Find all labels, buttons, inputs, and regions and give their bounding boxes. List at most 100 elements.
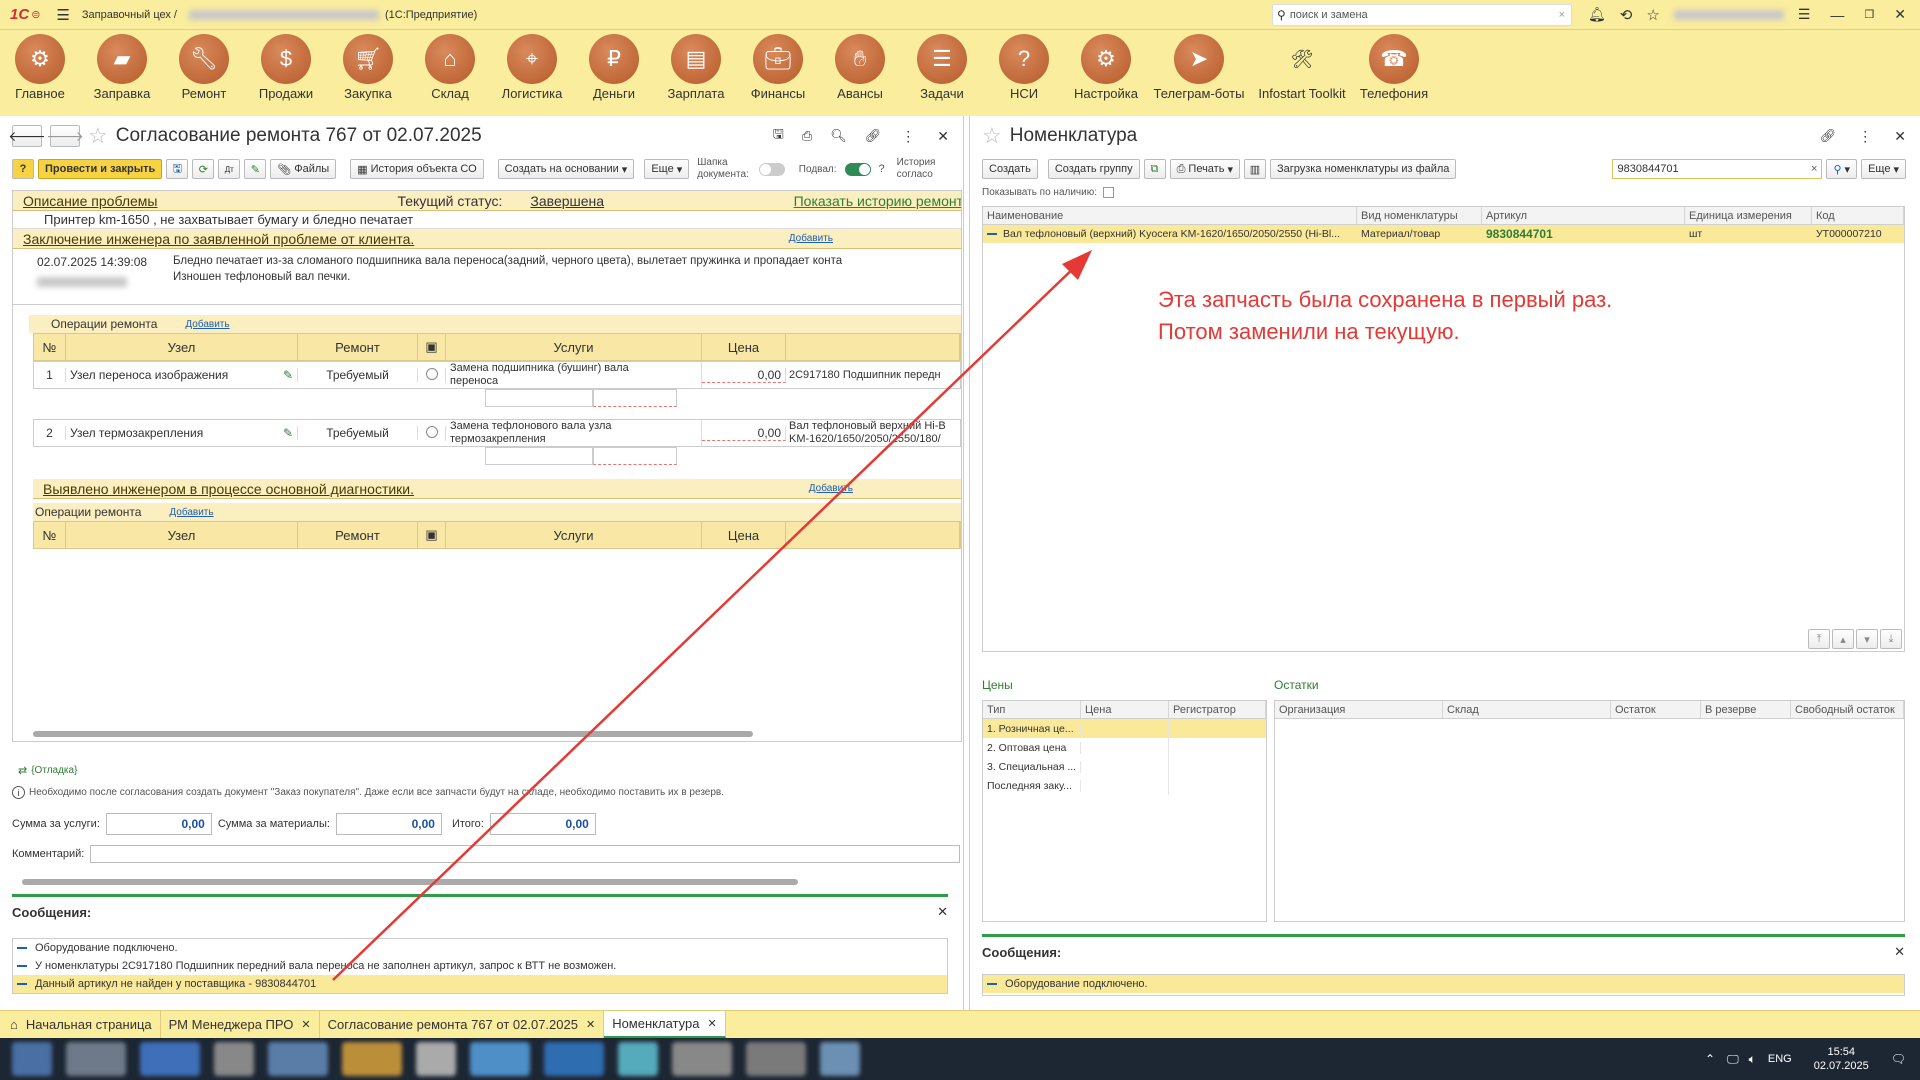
tab-1[interactable]: Начальная страница xyxy=(18,1011,161,1038)
taskbar-app-icon[interactable] xyxy=(416,1042,456,1076)
close-tab-icon[interactable]: ✕ xyxy=(301,1018,310,1031)
message-item[interactable]: У номенклатуры 2С917180 Подшипник передн… xyxy=(13,957,947,975)
scroll-first-icon[interactable]: ⤒ xyxy=(1808,629,1830,649)
table-row[interactable]: 2 Узел термозакрепления ✎ Требуемый Замен… xyxy=(33,419,961,447)
more-vertical-icon[interactable]: ⋮ xyxy=(1858,128,1872,145)
taskbar-app-icon[interactable] xyxy=(268,1042,328,1076)
back-arrow-icon[interactable]: 🡐 xyxy=(8,125,46,147)
add-conclusion-link[interactable]: Добавить xyxy=(789,233,833,244)
app-logo[interactable]: 1С xyxy=(10,6,29,23)
close-icon[interactable]: ✕ xyxy=(1894,128,1906,145)
header-toggle[interactable] xyxy=(758,162,785,176)
taskbar-app-icon[interactable] xyxy=(746,1042,806,1076)
bell-icon[interactable]: 🔔︎ xyxy=(1588,6,1606,23)
section-warehouse[interactable]: ⌂ Склад xyxy=(415,34,485,101)
global-search[interactable]: ⚲ поиск и замена × xyxy=(1272,3,1573,26)
message-item[interactable]: Оборудование подключено. xyxy=(983,975,1904,993)
section-wallet[interactable]: ▤ Зарплата xyxy=(661,34,731,101)
search-field[interactable]: 9830844701 × xyxy=(1612,159,1823,179)
tab-4[interactable]: Номенклатура ✕ xyxy=(604,1011,726,1038)
minimize-icon[interactable]: — xyxy=(1830,7,1844,23)
taskbar-app-icon[interactable] xyxy=(342,1042,402,1076)
post-and-close-button[interactable]: Провести и закрыть xyxy=(38,159,163,179)
section-money-bag[interactable]: ₽ Деньги xyxy=(579,34,649,101)
load-from-file-button[interactable]: Загрузка номенклатуры из файла xyxy=(1269,159,1457,179)
close-window-icon[interactable]: ✕ xyxy=(1894,6,1906,23)
materials-sum-field[interactable]: 0,00 xyxy=(335,813,442,835)
section-help-book[interactable]: ? НСИ xyxy=(989,34,1059,101)
section-wrench[interactable]: 🔧︎ Ремонт xyxy=(169,34,239,101)
edit-icon[interactable]: ✎ xyxy=(244,159,267,179)
close-tab-icon[interactable]: ✕ xyxy=(707,1017,716,1030)
section-briefcase[interactable]: 💼︎ Финансы xyxy=(743,34,813,101)
section-settings[interactable]: ⚙ Настройка xyxy=(1071,34,1141,101)
more-vertical-icon[interactable]: ⋮ xyxy=(901,128,915,145)
section-sale[interactable]: $ Продажи xyxy=(251,34,321,101)
taskbar-app-icon[interactable] xyxy=(544,1042,604,1076)
section-hand-coin[interactable]: ✋︎ Авансы xyxy=(825,34,895,101)
favorite-star-icon[interactable]: ☆ xyxy=(982,123,1002,149)
close-messages-icon[interactable]: ✕ xyxy=(937,904,948,920)
section-cart[interactable]: 🛒︎ Закупка xyxy=(333,34,403,101)
volume-icon[interactable]: 🔈︎ xyxy=(1749,1052,1756,1067)
section-telegram[interactable]: ➤ Телеграм-боты xyxy=(1153,34,1245,101)
radio-button[interactable] xyxy=(425,367,438,380)
footer-scrollbar[interactable] xyxy=(22,879,798,885)
history-icon[interactable]: ⟲ xyxy=(1620,6,1633,24)
restore-icon[interactable]: ❐ xyxy=(1864,8,1874,21)
section-tasks[interactable]: ☰ Задачи xyxy=(907,34,977,101)
taskbar-app-icon[interactable] xyxy=(820,1042,860,1076)
tab-3[interactable]: Согласование ремонта 767 от 02.07.2025 ✕ xyxy=(320,1011,605,1038)
forward-arrow-icon[interactable]: 🡒 xyxy=(46,125,84,147)
settings-menu-icon[interactable]: ☰ xyxy=(1798,6,1811,23)
copy-icon[interactable]: ⧉ xyxy=(1143,159,1166,179)
taskbar-app-icon[interactable] xyxy=(140,1042,200,1076)
taskbar-app-icon[interactable] xyxy=(672,1042,732,1076)
debug-link[interactable]: {Отладка} xyxy=(31,765,77,776)
help-icon[interactable]: ? xyxy=(12,159,34,179)
dt-kt-icon[interactable]: Дт xyxy=(218,159,241,179)
print-button[interactable]: ⎙ Печать ▾ xyxy=(1169,159,1240,179)
section-tools[interactable]: 🛠︎ Infostart Toolkit xyxy=(1257,34,1347,102)
more-button[interactable]: Еще ▾ xyxy=(1861,159,1906,179)
scroll-last-icon[interactable]: ⤓ xyxy=(1880,629,1902,649)
footer-toggle[interactable] xyxy=(844,162,871,176)
table-row[interactable]: Последняя заку... xyxy=(983,776,1266,795)
table-row[interactable]: 1 Узел переноса изображения ✎ Требуемый З… xyxy=(33,361,961,389)
link-icon[interactable]: 🔗︎ xyxy=(1820,128,1837,144)
files-button[interactable]: 📎︎ Файлы xyxy=(270,159,337,179)
taskbar-app-icon[interactable] xyxy=(470,1042,530,1076)
notifications-icon[interactable]: 🗨︎ xyxy=(1891,1052,1906,1066)
taskbar-app-icon[interactable] xyxy=(12,1042,52,1076)
message-item[interactable]: Данный артикул не найден у поставщика - … xyxy=(13,975,947,993)
scroll-down-icon[interactable]: ▾ xyxy=(1856,629,1878,649)
ops1-add-link[interactable]: Добавить xyxy=(185,319,229,330)
services-sum-field[interactable]: 0,00 xyxy=(105,813,212,835)
network-icon[interactable]: 🖵 xyxy=(1727,1052,1739,1067)
tab-2[interactable]: РМ Менеджера ПРО ✕ xyxy=(161,1011,320,1038)
section-gear[interactable]: ⚙ Главное xyxy=(5,34,75,101)
link-icon[interactable]: 🔗︎ xyxy=(865,128,882,144)
main-menu-icon[interactable]: ☰ xyxy=(56,6,69,24)
close-icon[interactable]: ✕ xyxy=(937,128,949,145)
show-available-checkbox[interactable] xyxy=(1103,186,1115,198)
home-icon[interactable]: ⌂ xyxy=(10,1017,18,1032)
favorite-star-icon[interactable]: ☆ xyxy=(88,123,108,149)
object-history-button[interactable]: ▦ История объекта СО xyxy=(350,159,484,179)
post-icon[interactable]: ⟳ xyxy=(192,159,215,179)
add-diagnostics-link[interactable]: Добавить xyxy=(809,483,853,494)
clear-search-icon[interactable]: × xyxy=(1811,163,1817,175)
total-field[interactable]: 0,00 xyxy=(489,813,596,835)
section-phone[interactable]: ☎ Телефония xyxy=(1359,34,1429,101)
scroll-up-icon[interactable]: ▴ xyxy=(1832,629,1854,649)
ops2-add-link[interactable]: Добавить xyxy=(169,507,213,518)
comment-field[interactable] xyxy=(90,845,960,863)
search-button[interactable]: ⚲ ▾ xyxy=(1826,159,1858,179)
favorites-star-icon[interactable]: ☆ xyxy=(1646,6,1659,24)
radio-button[interactable] xyxy=(425,425,438,438)
section-map[interactable]: ⌖ Логистика xyxy=(497,34,567,101)
close-tab-icon[interactable]: ✕ xyxy=(586,1018,595,1031)
save-doc-icon[interactable]: 🖫 xyxy=(166,159,189,179)
table-row[interactable]: 1. Розничная це... xyxy=(983,719,1266,738)
create-based-button[interactable]: Создать на основании ▾ xyxy=(497,159,635,179)
